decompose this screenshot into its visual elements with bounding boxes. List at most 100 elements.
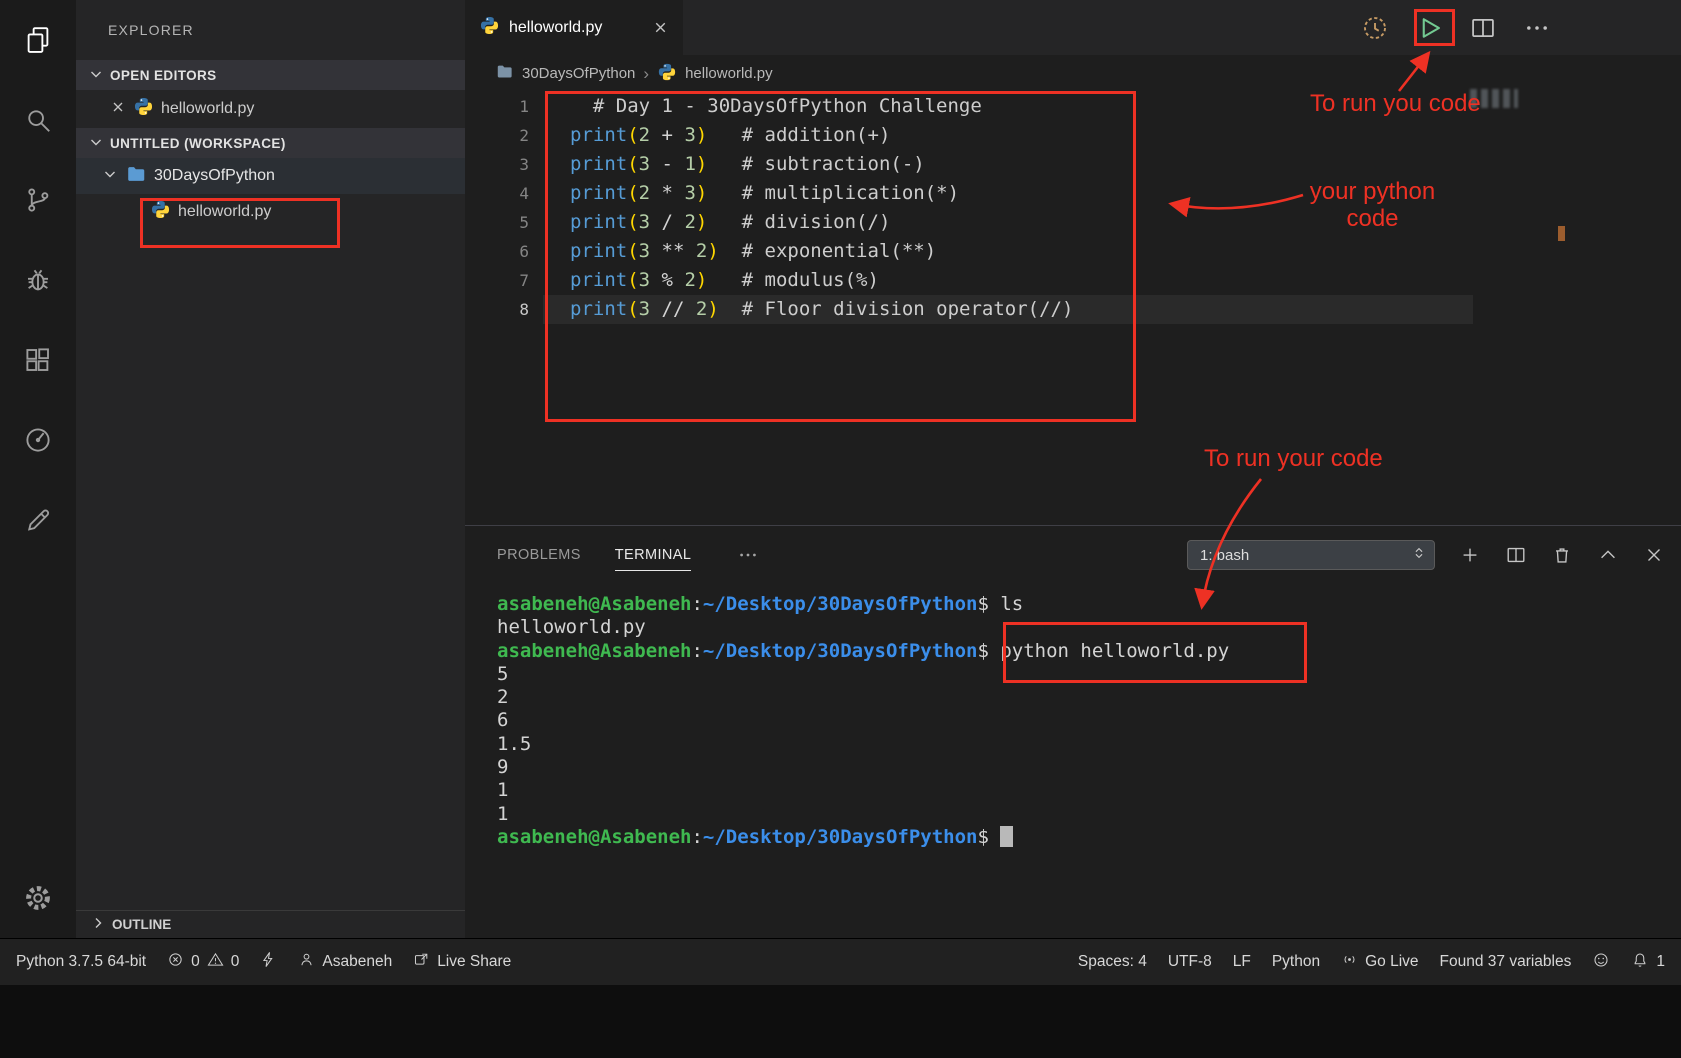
split-editor-icon[interactable] [1467,12,1499,44]
new-terminal-icon[interactable] [1459,544,1481,566]
workspace-header[interactable]: UNTITLED (WORKSPACE) [76,128,465,158]
folder-label: 30DaysOfPython [154,167,275,185]
search-icon[interactable] [0,80,76,160]
code-editor[interactable]: 1 # Day 1 - 30DaysOfPython Challenge2pri… [465,92,1681,525]
status-go-live[interactable]: Go Live [1341,951,1418,973]
code-line-7[interactable]: 7print(3 % 2) # modulus(%) [465,266,1681,295]
status-encoding[interactable]: UTF-8 [1168,953,1212,971]
shell-selector[interactable]: 1: bash [1187,540,1435,570]
status-indentation[interactable]: Spaces: 4 [1078,953,1147,971]
terminal-line: helloworld.py [497,616,1681,639]
tab-problems[interactable]: PROBLEMS [497,526,581,584]
status-language-mode[interactable]: Python [1272,953,1320,971]
open-editors-label: OPEN EDITORS [110,68,217,83]
more-actions-icon[interactable] [1521,12,1553,44]
breadcrumb-folder[interactable]: 30DaysOfPython [522,65,635,82]
python-file-icon [657,62,677,86]
outline-section[interactable]: OUTLINE [76,910,465,938]
close-icon[interactable] [652,19,669,36]
clock-icon[interactable] [1359,12,1391,44]
error-count: 0 [191,953,200,971]
open-editor-file-label: helloworld.py [161,100,254,118]
code-area[interactable]: 1 # Day 1 - 30DaysOfPython Challenge2pri… [465,92,1681,324]
live-share-label: Live Share [437,953,511,971]
status-eol[interactable]: LF [1233,953,1251,971]
explorer-sidebar: EXPLORER OPEN EDITORS helloworld.py UNTI… [76,0,465,938]
go-live-label: Go Live [1365,953,1418,971]
folder-icon [495,62,514,85]
code-line-8[interactable]: 8print(3 // 2) # Floor division operator… [465,295,1681,324]
chevron-right-icon [90,915,106,934]
tab-terminal[interactable]: TERMINAL [615,526,692,584]
kill-terminal-icon[interactable] [1551,544,1573,566]
open-editors-header[interactable]: OPEN EDITORS [76,60,465,90]
terminal-line: 1 [497,803,1681,826]
terminal-line: 5 [497,663,1681,686]
account-label: Asabeneh [322,953,392,971]
code-line-6[interactable]: 6print(3 ** 2) # exponential(**) [465,237,1681,266]
editor-group: helloworld.py 30DaysOfPython [465,0,1681,938]
more-icon[interactable] [737,544,759,566]
breadcrumb-file[interactable]: helloworld.py [685,65,773,82]
code-line-2[interactable]: 2print(2 + 3) # addition(+) [465,121,1681,150]
pen-icon[interactable] [0,480,76,560]
terminal-line: 6 [497,709,1681,732]
code-line-5[interactable]: 5print(3 / 2) # division(/) [465,208,1681,237]
status-problems[interactable]: 0 0 [167,951,239,973]
folder-icon [125,163,147,190]
code-line-1[interactable]: 1 # Day 1 - 30DaysOfPython Challenge [465,92,1681,121]
overview-ruler-marker [1558,226,1565,241]
tab-helloworld[interactable]: helloworld.py [465,0,683,55]
broadcast-icon [1341,951,1358,973]
variables-label: Found 37 variables [1440,953,1572,971]
run-debug-icon[interactable] [0,240,76,320]
status-python-version[interactable]: Python 3.7.5 64-bit [16,953,146,971]
person-icon [298,951,315,973]
folder-item-30daysofpython[interactable]: 30DaysOfPython [76,158,465,194]
terminal-line: 9 [497,756,1681,779]
terminal-line: asabeneh@Asabeneh:~/Desktop/30DaysOfPyth… [497,640,1681,663]
gauge-icon[interactable] [0,400,76,480]
panel-header: PROBLEMS TERMINAL 1: bash [465,526,1681,584]
lightning-icon [260,951,277,973]
vscode-window: EXPLORER OPEN EDITORS helloworld.py UNTI… [0,0,1681,1058]
explorer-icon[interactable] [0,0,76,80]
split-terminal-icon[interactable] [1505,544,1527,566]
bottom-panel: PROBLEMS TERMINAL 1: bash asab [465,525,1681,938]
code-line-3[interactable]: 3print(3 - 1) # subtraction(-) [465,150,1681,179]
status-notifications[interactable]: 1 [1631,951,1665,974]
outline-label: OUTLINE [112,917,171,932]
status-account[interactable]: Asabeneh [298,951,392,973]
chevron-down-icon [88,66,104,85]
close-panel-icon[interactable] [1643,544,1665,566]
status-feedback[interactable] [1592,951,1610,974]
breadcrumb-separator: › [643,64,649,84]
status-live-share[interactable]: Live Share [413,951,511,973]
open-editor-item-helloworld[interactable]: helloworld.py [76,90,465,128]
code-line-4[interactable]: 4print(2 * 3) # multiplication(*) [465,179,1681,208]
status-variables[interactable]: Found 37 variables [1440,953,1572,971]
run-button[interactable] [1413,12,1445,44]
extensions-icon[interactable] [0,320,76,400]
file-item-helloworld[interactable]: helloworld.py [76,194,465,230]
source-control-icon[interactable] [0,160,76,240]
chevron-down-icon [88,134,104,153]
bell-icon [1631,951,1649,974]
status-lightning[interactable] [260,951,277,973]
terminal-line: 1 [497,779,1681,802]
maximize-panel-icon[interactable] [1597,544,1619,566]
chevron-down-icon [102,166,118,187]
breadcrumb: 30DaysOfPython › helloworld.py [465,55,1681,92]
workspace-label: UNTITLED (WORKSPACE) [110,136,286,151]
status-bar: Python 3.7.5 64-bit 0 0 Asabeneh Live Sh… [0,938,1681,985]
terminal-line: 2 [497,686,1681,709]
status-bar-left: Python 3.7.5 64-bit 0 0 Asabeneh Live Sh… [16,951,511,973]
smiley-icon [1592,951,1610,974]
terminal-output[interactable]: asabeneh@Asabeneh:~/Desktop/30DaysOfPyth… [465,585,1681,938]
python-file-icon [479,15,500,41]
python-version-label: Python 3.7.5 64-bit [16,953,146,971]
settings-gear-icon[interactable] [0,858,76,938]
close-icon[interactable] [110,99,126,120]
terminal-line: 1.5 [497,733,1681,756]
language-label: Python [1272,953,1320,971]
